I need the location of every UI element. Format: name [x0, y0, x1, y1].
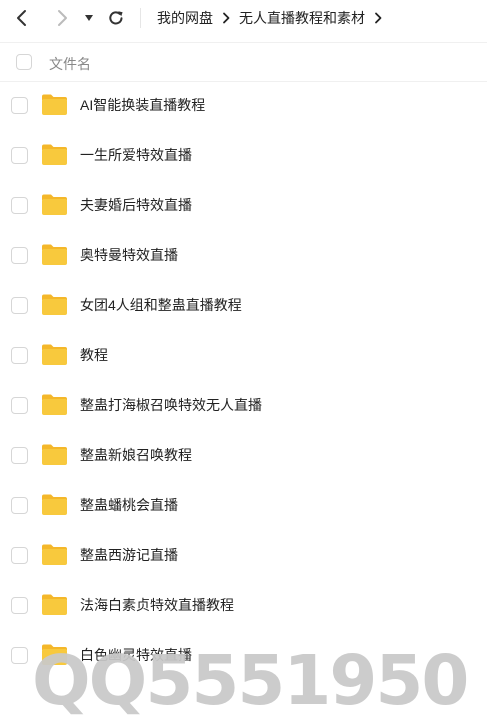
refresh-button[interactable]: [104, 6, 128, 30]
folder-icon: [42, 144, 67, 165]
file-row[interactable]: 女团4人组和整蛊直播教程: [0, 280, 487, 330]
row-checkbox[interactable]: [11, 447, 28, 464]
folder-icon: [42, 394, 67, 415]
select-all-checkbox[interactable]: [16, 54, 32, 70]
forward-button[interactable]: [50, 6, 74, 30]
file-row[interactable]: 教程: [0, 330, 487, 380]
breadcrumb-separator-icon: [213, 12, 239, 24]
column-header-filename[interactable]: 文件名: [49, 54, 91, 74]
folder-icon: [42, 244, 67, 265]
file-name[interactable]: 一生所爱特效直播: [80, 145, 192, 165]
file-list: AI智能换装直播教程 一生所爱特效直播 夫妻婚后特效直播 奥特曼特效直播女团4人组和整…: [0, 80, 487, 680]
folder-icon: [42, 594, 67, 615]
breadcrumb: 我的网盘 无人直播教程和素材: [157, 0, 391, 36]
file-row[interactable]: 一生所爱特效直播: [0, 130, 487, 180]
file-row[interactable]: 整蛊西游记直播: [0, 530, 487, 580]
caret-down-icon: [85, 15, 93, 21]
row-checkbox[interactable]: [11, 597, 28, 614]
file-name[interactable]: 女团4人组和整蛊直播教程: [80, 295, 242, 315]
file-name[interactable]: 法海白素贞特效直播教程: [80, 595, 234, 615]
file-row[interactable]: 整蛊新娘召唤教程: [0, 430, 487, 480]
file-row[interactable]: 夫妻婚后特效直播: [0, 180, 487, 230]
watermark: QQ5551950: [32, 641, 469, 717]
folder-icon: [42, 494, 67, 515]
row-checkbox[interactable]: [11, 347, 28, 364]
file-row[interactable]: 法海白素贞特效直播教程: [0, 580, 487, 630]
file-row[interactable]: 整蛊蟠桃会直播: [0, 480, 487, 530]
folder-icon: [42, 344, 67, 365]
row-checkbox[interactable]: [11, 397, 28, 414]
chevron-right-icon: [58, 10, 67, 26]
folder-icon: [42, 194, 67, 215]
folder-icon: [42, 544, 67, 565]
file-list-header: 文件名: [0, 42, 487, 82]
toolbar: 我的网盘 无人直播教程和素材: [0, 0, 487, 36]
file-name[interactable]: 教程: [80, 345, 108, 365]
file-name[interactable]: 整蛊打海椒召唤特效无人直播: [80, 395, 262, 415]
file-row[interactable]: 整蛊打海椒召唤特效无人直播: [0, 380, 487, 430]
file-name[interactable]: AI智能换装直播教程: [80, 95, 205, 115]
folder-icon: [42, 444, 67, 465]
file-name[interactable]: 夫妻婚后特效直播: [80, 195, 192, 215]
file-browser: 我的网盘 无人直播教程和素材 文件名 AI智能换装直播教程 一生所爱特效直播 夫妻婚…: [0, 0, 487, 717]
file-name[interactable]: 奥特曼特效直播: [80, 245, 178, 265]
row-checkbox[interactable]: [11, 197, 28, 214]
history-dropdown-button[interactable]: [79, 6, 99, 30]
folder-icon: [42, 94, 67, 115]
row-checkbox[interactable]: [11, 497, 28, 514]
file-row[interactable]: 奥特曼特效直播: [0, 230, 487, 280]
row-checkbox[interactable]: [11, 147, 28, 164]
row-checkbox[interactable]: [11, 297, 28, 314]
file-name[interactable]: 整蛊新娘召唤教程: [80, 445, 192, 465]
row-checkbox[interactable]: [11, 647, 28, 664]
breadcrumb-item-root[interactable]: 我的网盘: [157, 8, 213, 28]
breadcrumb-item-current[interactable]: 无人直播教程和素材: [239, 8, 365, 28]
file-row[interactable]: AI智能换装直播教程: [0, 80, 487, 130]
file-name[interactable]: 整蛊西游记直播: [80, 545, 178, 565]
row-checkbox[interactable]: [11, 247, 28, 264]
refresh-icon: [109, 11, 123, 25]
folder-icon: [42, 294, 67, 315]
row-checkbox[interactable]: [11, 97, 28, 114]
file-name[interactable]: 整蛊蟠桃会直播: [80, 495, 178, 515]
toolbar-divider: [140, 8, 141, 28]
breadcrumb-separator-icon[interactable]: [365, 12, 391, 24]
chevron-left-icon: [17, 10, 26, 26]
back-button[interactable]: [10, 6, 34, 30]
row-checkbox[interactable]: [11, 547, 28, 564]
